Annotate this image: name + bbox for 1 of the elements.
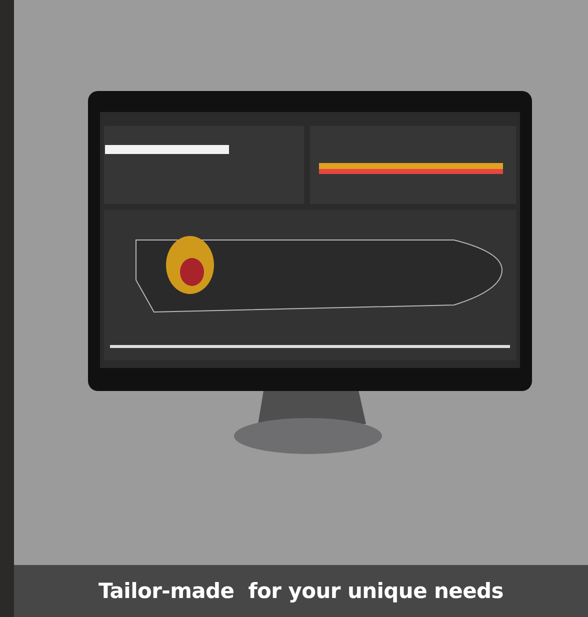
- caption: Tailor-made for your unique needs: [98, 579, 504, 603]
